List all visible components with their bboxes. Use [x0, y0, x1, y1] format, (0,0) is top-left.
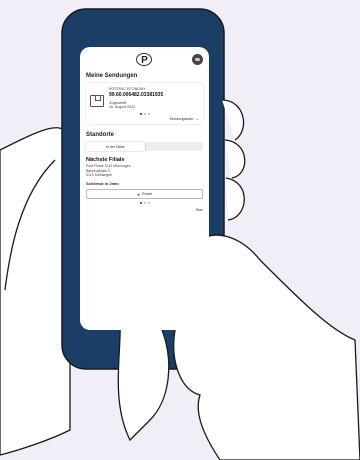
navigation-arrow-icon: ➤ — [136, 192, 141, 197]
address-line: 3110 Münsingen — [86, 173, 113, 178]
profile-icon-glyph — [195, 58, 200, 61]
tab-second[interactable] — [145, 142, 204, 151]
carousel-dots — [90, 113, 199, 116]
illustration: P Meine Sendungen POSTPAC ECONOMY 99.60.… — [0, 0, 360, 460]
logo-ring — [136, 53, 152, 66]
carousel-dot — [143, 202, 146, 205]
shipment-tracking-number: 99.60.006482.03381935 — [109, 91, 164, 98]
shipment-list-link[interactable]: Sendungsliste → — [90, 117, 199, 121]
app-header: P — [80, 47, 209, 73]
left-hand — [0, 127, 71, 456]
locations-section-title: Standorte — [86, 132, 115, 139]
shipment-card[interactable]: POSTPAC ECONOMY 99.60.006482.03381935 Zu… — [86, 83, 203, 125]
branch-address: Post Filiale 3110 Münsingen Bahnhofplatz… — [86, 164, 203, 178]
shipments-section-title: Meine Sendungen — [86, 73, 138, 79]
profile-icon[interactable] — [192, 54, 203, 65]
carousel-dot — [139, 113, 142, 116]
right-fingers — [221, 99, 246, 221]
shipment-date: 16. August 2023 — [109, 105, 135, 110]
route-button[interactable]: ➤ Route — [86, 189, 203, 200]
carousel-dot — [139, 202, 142, 205]
location-tabs: In der Nähe — [86, 142, 204, 152]
locations-more-link[interactable]: Stan — [86, 208, 203, 212]
tab-nearby[interactable]: In der Nähe — [86, 142, 145, 152]
closing-time: Schliesst in 2min — [86, 181, 119, 187]
route-button-label: Route — [142, 192, 153, 197]
location-carousel-dots — [80, 202, 209, 205]
carousel-dot — [143, 113, 146, 116]
shipment-row: POSTPAC ECONOMY 99.60.006482.03381935 Zu… — [90, 87, 199, 110]
phone-screen: P Meine Sendungen POSTPAC ECONOMY 99.60.… — [80, 47, 209, 330]
shipment-details: POSTPAC ECONOMY 99.60.006482.03381935 Zu… — [109, 87, 163, 110]
shipment-list-link-label: Sendungsliste — [169, 117, 194, 122]
arrow-right-icon: → — [195, 117, 199, 122]
branch-title: Nächste Filiale — [86, 157, 125, 164]
carousel-dot — [147, 113, 150, 116]
carousel-dot — [147, 202, 150, 205]
parcel-icon — [90, 95, 104, 107]
